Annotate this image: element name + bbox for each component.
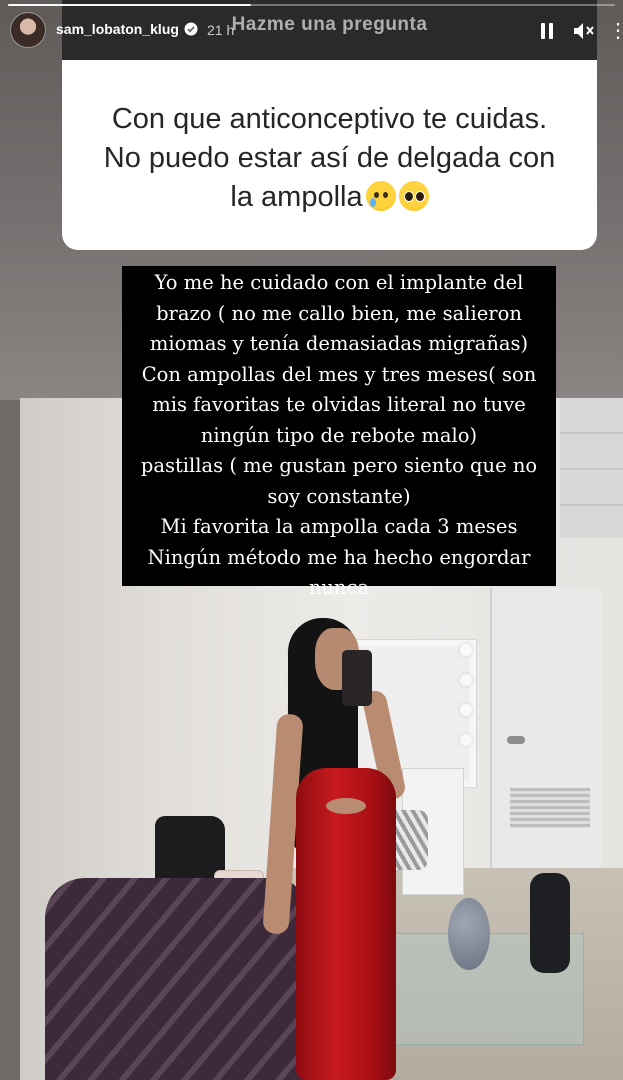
dark-chair <box>530 873 570 973</box>
mirror-bulb <box>460 704 472 716</box>
mirror-bulb <box>460 734 472 746</box>
mirror-bulb <box>460 644 472 656</box>
story-header: sam_lobaton_klug 21 h ⋮ <box>0 10 623 50</box>
answer-text: Yo me he cuidado con el implante del bra… <box>140 271 538 599</box>
mute-icon[interactable] <box>572 20 596 42</box>
crying-face-emoji <box>365 181 396 211</box>
dress-cutout <box>326 798 366 814</box>
vase <box>448 898 490 970</box>
username[interactable]: sam_lobaton_klug <box>56 21 179 37</box>
smartphone <box>342 650 372 706</box>
question-text-block: Con que anticonceptivo te cuidas. No pue… <box>102 100 557 217</box>
answer-text-box: Yo me he cuidado con el implante del bra… <box>122 266 556 599</box>
door-vent <box>510 788 590 828</box>
mirror-bulb <box>460 674 472 686</box>
question-sticker[interactable]: Con que anticonceptivo te cuidas. No pue… <box>62 60 597 250</box>
story-progress-fill <box>8 4 251 6</box>
door-handle <box>507 736 525 744</box>
more-options-icon[interactable]: ⋮ <box>608 20 623 42</box>
story-progress-bar <box>8 4 615 6</box>
pause-icon[interactable] <box>538 21 556 41</box>
verified-badge-icon <box>184 22 198 36</box>
red-dress <box>296 768 396 1080</box>
question-text: Con que anticonceptivo te cuidas. No pue… <box>103 103 556 213</box>
story-timestamp: 21 h <box>207 22 235 38</box>
pleading-face-emoji <box>398 181 429 211</box>
avatar[interactable] <box>10 12 46 48</box>
ceiling-panel <box>560 398 623 538</box>
